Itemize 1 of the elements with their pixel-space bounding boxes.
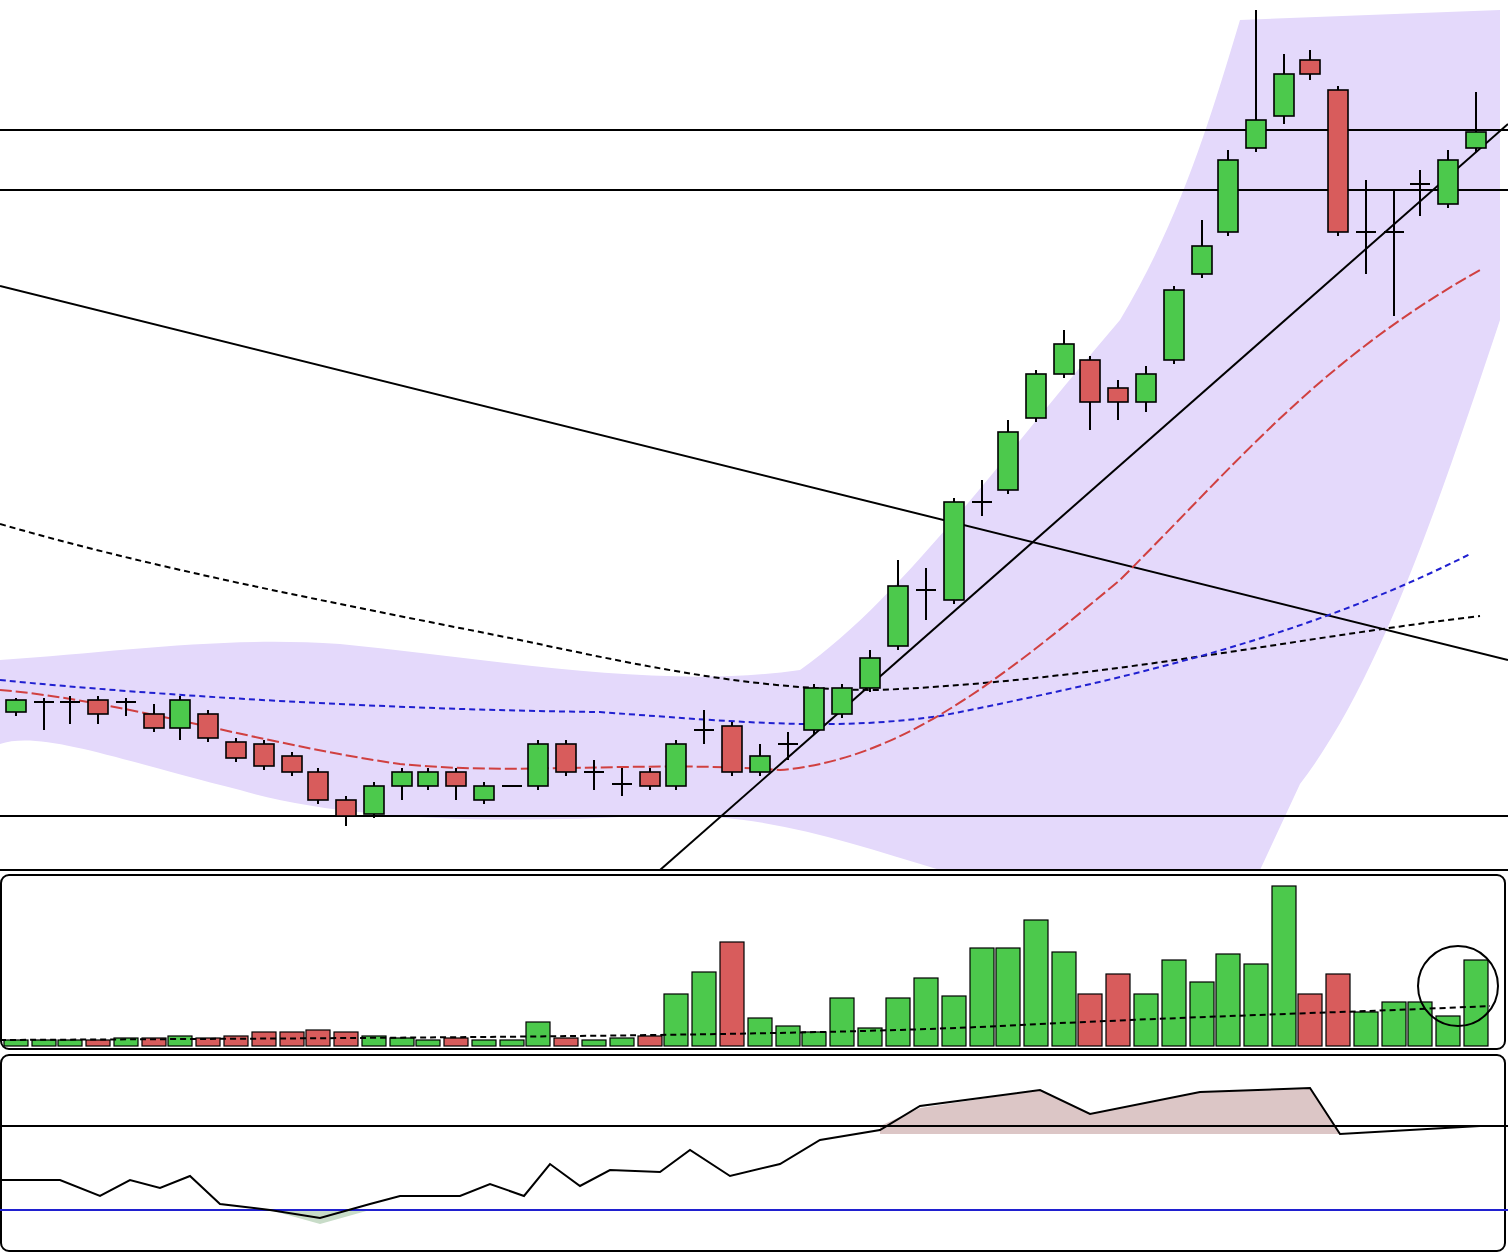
highlight-circle: [1417, 945, 1499, 1027]
